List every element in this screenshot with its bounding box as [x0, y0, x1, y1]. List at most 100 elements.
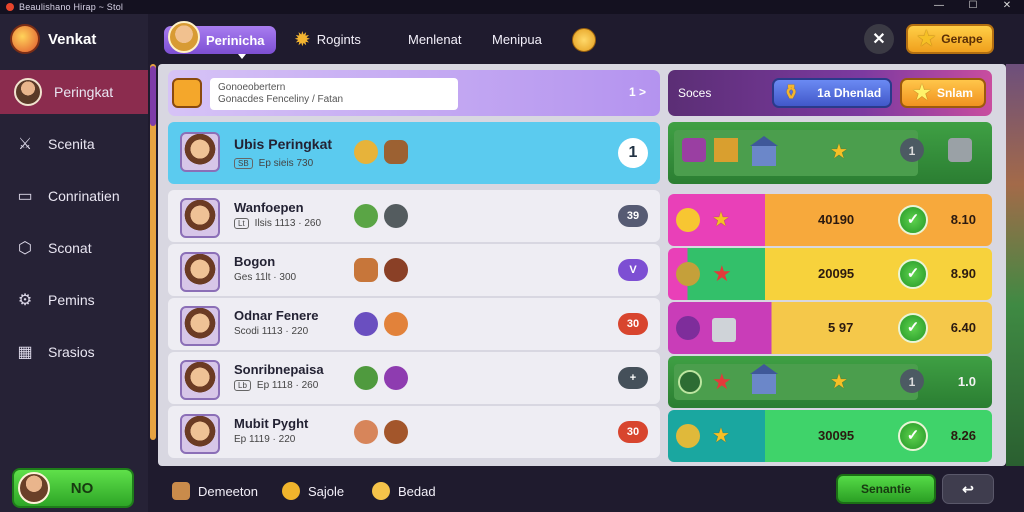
search-line-1: Gonoeobertern [218, 82, 286, 93]
daily-button[interactable]: ★ Gerape [906, 24, 994, 54]
tab-menipua[interactable]: Menipua [492, 32, 542, 47]
trophy-icon [172, 78, 202, 108]
score-row[interactable]: ★ 20095 ✓ 8.90 [668, 248, 992, 300]
player-name: Odnar Fenere [234, 308, 319, 323]
sidebar-item-conrinatien[interactable]: ▭ Conrinatien [0, 174, 148, 218]
top-navigation: Perinicha ✹ Rogints Menlenat Menipua ✕ ★… [160, 20, 1020, 60]
leaderboard-panel: Gonoeobertern Gonacdes Fenceliny / Fatan… [158, 64, 1006, 466]
score-row[interactable]: ★ 30095 ✓ 8.26 [668, 410, 992, 462]
orb-icon [676, 316, 700, 340]
reward-items [354, 366, 408, 390]
add-badge[interactable]: + [618, 367, 648, 389]
scrollbar-thumb[interactable] [150, 66, 156, 126]
flower-icon [384, 312, 408, 336]
table-row[interactable]: Odnar Fenere Scodi 1113 · 220 30 [168, 298, 660, 350]
sparkle-icon [354, 140, 378, 164]
brand: Venkat [10, 24, 96, 54]
window-titlebar: Beaulishano Hirap ~ Stol — ☐ ✕ [0, 0, 1024, 14]
sidebar-item-srasios[interactable]: ▦ Srasios [0, 330, 148, 374]
search-line-2: Gonacdes Fenceliny / Fatan [218, 94, 344, 105]
ring-icon [676, 262, 700, 286]
bottom-tab-bedad[interactable]: Bedad [372, 482, 436, 500]
rank-badge: 1 [618, 138, 648, 168]
coin-icon[interactable] [572, 28, 596, 52]
box-icon [172, 482, 190, 500]
slam-button[interactable]: ★ Snlam [900, 78, 986, 108]
window-close-button[interactable]: ✕ [990, 0, 1024, 14]
check-icon[interactable]: ✓ [898, 313, 928, 343]
score-value: 40190 [818, 212, 855, 227]
maximize-button[interactable]: ☐ [956, 0, 990, 14]
no-button[interactable]: NO [12, 468, 134, 508]
bottom-tab-label: Bedad [398, 483, 436, 499]
score-row[interactable]: ★ 1 [668, 122, 992, 184]
confirm-button[interactable]: Senantie [836, 474, 936, 504]
download-button[interactable]: ⚱ 1a Dhenlad [772, 78, 892, 108]
sidebar-item-label: Peringkat [54, 84, 114, 100]
close-button[interactable]: ✕ [864, 24, 894, 54]
table-row[interactable]: Bogon Ges 11lt · 300 V [168, 244, 660, 296]
level-number: 1 [900, 138, 924, 162]
tab-label: Menlenat [408, 32, 462, 47]
sidebar-item-label: Pemins [48, 292, 95, 308]
filter-row: Gonoeobertern Gonacdes Fenceliny / Fatan… [168, 70, 660, 116]
table-row[interactable]: Ubis Peringkat SB Ep sieis 730 1 [168, 122, 660, 184]
sidebar-item-sconat[interactable]: ⬡ Sconat [0, 226, 148, 270]
sidebar-item-peringkat[interactable]: Peringkat [0, 70, 148, 114]
tower-icon [714, 138, 738, 162]
house-icon [750, 364, 778, 394]
sidebar-item-scenita[interactable]: ⚔ Scenita [0, 122, 148, 166]
bottom-tab-demeeton[interactable]: Demeeton [172, 482, 258, 500]
rank-badge: V [618, 259, 648, 281]
bottom-tab-label: Demeeton [198, 483, 258, 499]
caret-down-icon [238, 54, 246, 59]
red-star-icon: ★ [712, 261, 732, 286]
tab-menlenat[interactable]: Menlenat [408, 32, 461, 47]
gem-icon [384, 366, 408, 390]
coin-icon [676, 208, 700, 232]
table-row[interactable]: Sonribnepaisa Lb Ep 1118 · 260 + [168, 352, 660, 404]
hero-avatar-icon [168, 21, 200, 53]
check-icon[interactable]: ✓ [898, 421, 928, 451]
bottom-tab-sajole[interactable]: Sajole [282, 482, 344, 500]
list-scrollbar[interactable] [150, 64, 156, 440]
tab-rogints[interactable]: ✹ Rogints [294, 30, 361, 50]
check-icon[interactable]: ✓ [898, 205, 928, 235]
tab-label: Perinicha [206, 32, 265, 48]
hand-icon [354, 420, 378, 444]
check-icon[interactable]: ✓ [898, 259, 928, 289]
download-label: 1a Dhenlad [817, 86, 882, 100]
shield-icon: ⬡ [18, 240, 32, 257]
back-button[interactable]: ↩ [942, 474, 994, 504]
player-meta: Ep 1119 · 220 [234, 434, 295, 445]
player-meta: SB Ep sieis 730 [234, 158, 313, 169]
table-row[interactable]: Wanfoepen Lt Ilsis 1113 · 260 39 [168, 190, 660, 242]
swirl-icon [354, 312, 378, 336]
player-tag: SB [234, 158, 253, 169]
minimize-button[interactable]: — [922, 0, 956, 14]
close-icon: ✕ [872, 31, 886, 48]
table-row[interactable]: Mubit Pyght Ep 1119 · 220 30 [168, 406, 660, 458]
score-row[interactable]: 5 97 ✓ 6.40 [668, 302, 992, 354]
score-row[interactable]: ★ ★ 1 1.0 [668, 356, 992, 408]
score-lane [674, 364, 918, 400]
score-value: 30095 [818, 428, 855, 443]
gold-icon [372, 482, 390, 500]
rating-value: 6.40 [950, 320, 976, 335]
tab-perinicha[interactable]: Perinicha [164, 21, 276, 54]
window-controls: — ☐ ✕ [922, 0, 1024, 14]
rating-value: 8.10 [950, 212, 976, 227]
player-avatar [180, 306, 220, 346]
search-input[interactable]: Gonoeobertern Gonacdes Fenceliny / Fatan [210, 78, 458, 110]
star-icon: ★ [830, 141, 848, 163]
player-meta: Ges 11lt · 300 [234, 272, 296, 283]
score-lane [674, 130, 918, 176]
page-indicator[interactable]: 1 > [629, 85, 646, 99]
sidebar-item-pemins[interactable]: ⚙ Pemins [0, 278, 148, 322]
swords-icon: ⚔ [17, 136, 33, 153]
player-avatar-icon [14, 78, 42, 106]
daily-button-label: Gerape [941, 32, 983, 46]
score-row[interactable]: ★ 40190 ✓ 8.10 [668, 194, 992, 246]
sidebar-item-label: Conrinatien [48, 188, 120, 204]
player-avatar [180, 252, 220, 292]
